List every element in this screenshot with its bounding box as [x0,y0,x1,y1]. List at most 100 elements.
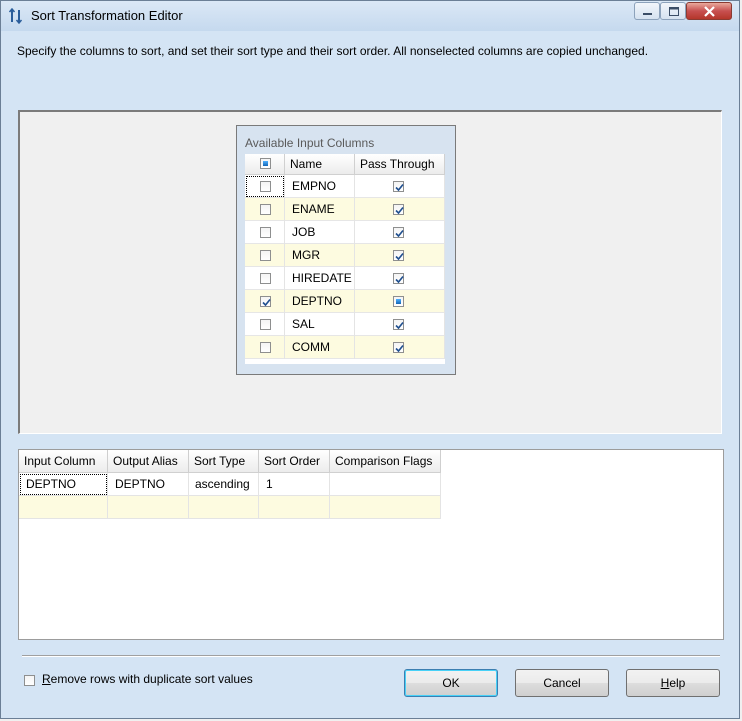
column-name: COMM [285,336,355,359]
sort-order-cell[interactable] [259,496,330,519]
column-name: EMPNO [285,175,355,198]
sort-transform-icon [9,8,23,24]
minimize-button[interactable] [634,2,660,20]
pass-through-checkbox[interactable] [393,204,404,215]
pass-through-cell[interactable] [355,175,445,198]
sort-grid-header: Input Column Output Alias Sort Type Sort… [19,450,441,473]
select-column-checkbox[interactable] [260,204,271,215]
pass-through-cell[interactable] [355,336,445,359]
pass-through-checkbox[interactable] [393,273,404,284]
input-column-cell[interactable]: DEPTNO [19,473,108,496]
close-icon [704,6,715,17]
pass-through-header[interactable]: Pass Through [355,154,445,174]
column-row[interactable]: COMM [245,336,445,359]
sort-type-cell[interactable]: ascending [189,473,259,496]
pass-through-cell[interactable] [355,290,445,313]
column-row[interactable]: JOB [245,221,445,244]
pass-through-checkbox[interactable] [393,250,404,261]
column-name: HIREDATE [285,267,355,290]
ok-button[interactable]: OK [404,669,498,697]
checkmark-icon [395,229,404,238]
name-header[interactable]: Name [285,154,355,174]
comparison-flags-cell[interactable] [330,473,441,496]
select-column-checkbox[interactable] [260,319,271,330]
column-name: MGR [285,244,355,267]
pass-through-checkbox[interactable] [393,181,404,192]
column-name: ENAME [285,198,355,221]
select-cell[interactable] [245,198,285,221]
pass-through-cell[interactable] [355,221,445,244]
checkmark-icon [395,183,404,192]
remove-duplicates-label[interactable]: Remove rows with duplicate sort values [42,672,253,686]
input-column-header[interactable]: Input Column [19,450,108,472]
select-column-checkbox[interactable] [260,273,271,284]
column-name: JOB [285,221,355,244]
checkmark-icon [395,321,404,330]
pass-through-cell[interactable] [355,313,445,336]
select-cell[interactable] [245,175,285,198]
cancel-button[interactable]: Cancel [515,669,609,697]
output-alias-cell[interactable]: DEPTNO [108,473,189,496]
minimize-icon [643,13,652,15]
select-cell[interactable] [245,244,285,267]
pass-through-checkbox[interactable] [393,342,404,353]
checkmark-icon [395,275,404,284]
select-all-checkbox[interactable] [260,158,271,169]
column-row[interactable]: MGR [245,244,445,267]
pass-through-checkbox[interactable] [393,227,404,238]
remove-duplicates-text: Remove rows with duplicate sort values [42,672,253,686]
column-row[interactable]: HIREDATE [245,267,445,290]
select-cell[interactable] [245,336,285,359]
select-all-header[interactable] [245,154,285,174]
column-name: SAL [285,313,355,336]
select-column-checkbox[interactable] [260,250,271,261]
maximize-button[interactable] [660,2,686,20]
select-cell[interactable] [245,313,285,336]
pass-through-checkbox[interactable] [393,296,404,307]
available-input-columns-title: Available Input Columns [245,136,375,150]
sort-columns-grid: Input Column Output Alias Sort Type Sort… [18,449,724,640]
close-button[interactable] [686,2,732,20]
select-cell[interactable] [245,290,285,313]
pass-through-cell[interactable] [355,267,445,290]
checkmark-icon [395,344,404,353]
select-cell[interactable] [245,221,285,244]
column-name: DEPTNO [285,290,355,313]
column-row[interactable]: ENAME [245,198,445,221]
sort-row[interactable]: DEPTNO DEPTNO ascending 1 [19,473,441,496]
pass-through-checkbox[interactable] [393,319,404,330]
pass-through-cell[interactable] [355,198,445,221]
select-column-checkbox[interactable] [260,342,271,353]
grid-header: Name Pass Through [245,154,445,175]
available-input-columns-box: Available Input Columns Name Pass Throug… [236,125,456,375]
help-button[interactable]: Help [626,669,720,697]
available-columns-grid: Name Pass Through EMPNO ENAME JOB MGR HIREDA… [245,154,445,364]
select-column-checkbox[interactable] [260,296,271,307]
title-bar[interactable]: Sort Transformation Editor [1,1,739,31]
checkmark-icon [395,206,404,215]
pass-through-cell[interactable] [355,244,445,267]
column-row[interactable]: DEPTNO [245,290,445,313]
sort-type-cell[interactable] [189,496,259,519]
checkmark-icon [395,252,404,261]
output-alias-cell[interactable] [108,496,189,519]
column-row[interactable]: SAL [245,313,445,336]
select-column-checkbox[interactable] [260,181,271,192]
input-column-cell[interactable] [19,496,108,519]
checkmark-icon [262,298,271,307]
description-text: Specify the columns to sort, and set the… [17,44,649,58]
sort-type-header[interactable]: Sort Type [189,450,259,472]
separator-line [22,655,720,657]
comparison-flags-header[interactable]: Comparison Flags [330,450,441,472]
remove-duplicates-checkbox[interactable] [24,675,35,686]
select-cell[interactable] [245,267,285,290]
output-alias-header[interactable]: Output Alias [108,450,189,472]
sort-order-cell[interactable]: 1 [259,473,330,496]
select-column-checkbox[interactable] [260,227,271,238]
window-title: Sort Transformation Editor [31,8,183,23]
column-row[interactable]: EMPNO [245,175,445,198]
sort-row-new[interactable] [19,496,441,519]
comparison-flags-cell[interactable] [330,496,441,519]
maximize-icon [669,7,679,16]
sort-order-header[interactable]: Sort Order [259,450,330,472]
